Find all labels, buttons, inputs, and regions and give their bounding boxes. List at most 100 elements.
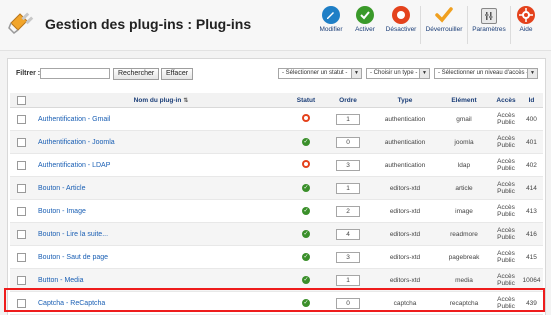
enabled-status-icon[interactable]: ✓ (302, 230, 310, 238)
column-header-element[interactable]: Elément (436, 93, 492, 108)
row-checkbox-cell (10, 130, 32, 154)
column-header-id[interactable]: Id (520, 93, 543, 108)
column-header-order[interactable]: Ordre (322, 93, 374, 108)
search-button[interactable]: Rechercher (113, 68, 160, 80)
row-checkbox[interactable] (16, 114, 26, 124)
plugin-name-link[interactable]: Bouton - Saut de page (32, 245, 290, 269)
type-cell: editors-xtd (374, 199, 436, 223)
access-select-value: - Sélectionner un niveau d'accès - (438, 70, 529, 76)
help-button[interactable]: Aide (511, 6, 541, 44)
id-cell: 402 (520, 153, 543, 177)
unlock-button[interactable]: Déverrouiller (421, 6, 467, 44)
column-header-access[interactable]: Accès (492, 93, 520, 108)
plugin-name-link[interactable]: Authentification - LDAP (32, 153, 290, 177)
disable-button[interactable]: Désactiver (382, 6, 420, 44)
column-header-name[interactable]: Nom du plug-in ⇅ (32, 93, 290, 108)
plugin-name-link[interactable]: Bouton - Article (32, 176, 290, 200)
type-select-value: - Choisir un type - (370, 70, 418, 76)
row-checkbox[interactable] (16, 229, 26, 239)
order-input[interactable]: 2 (336, 205, 360, 217)
row-checkbox-cell (10, 291, 32, 315)
plugin-name-link[interactable]: Captcha - ReCaptcha (32, 291, 290, 315)
type-cell: authentication (374, 130, 436, 154)
help-icon (517, 6, 535, 24)
plugin-name-link[interactable]: Bouton - Lire la suite... (32, 222, 290, 246)
row-checkbox-cell (10, 245, 32, 269)
status-cell: ✓ (290, 268, 322, 292)
order-input[interactable]: 0 (336, 136, 360, 148)
row-checkbox[interactable] (16, 275, 26, 285)
disable-inner-dot (397, 11, 405, 19)
sort-icon: ⇅ (183, 97, 189, 104)
disable-icon (392, 6, 410, 24)
edit-button-label: Modifier (319, 26, 343, 33)
order-input[interactable]: 3 (336, 159, 360, 171)
enabled-status-icon[interactable]: ✓ (302, 253, 310, 261)
column-header-status[interactable]: Statut (290, 93, 322, 108)
row-checkbox[interactable] (16, 137, 26, 147)
plugin-name-link[interactable]: Authentification - Gmail (32, 107, 290, 131)
id-cell: 400 (520, 107, 543, 131)
element-cell: pagebreak (436, 245, 492, 269)
type-select[interactable]: - Choisir un type - ▼ (366, 68, 430, 79)
order-input[interactable]: 1 (336, 274, 360, 286)
filter-search-input[interactable] (40, 68, 110, 79)
type-cell: authentication (374, 107, 436, 131)
order-cell: 0 (322, 291, 374, 315)
enabled-status-icon[interactable]: ✓ (302, 184, 310, 192)
order-input[interactable]: 4 (336, 228, 360, 240)
column-header-type[interactable]: Type (374, 93, 436, 108)
order-cell: 2 (322, 199, 374, 223)
plugins-panel: Filtrer : Rechercher Effacer - Sélection… (7, 58, 546, 315)
access-select[interactable]: - Sélectionner un niveau d'accès - ▼ (434, 68, 538, 79)
status-select-value: - Sélectionner un statut - (282, 70, 348, 76)
table-row: Authentification - LDAP 3 authentication… (10, 153, 543, 177)
status-cell: ✓ (290, 222, 322, 246)
order-cell: 3 (322, 153, 374, 177)
table-row: Bouton - Article ✓ 1 editors-xtd article… (10, 176, 543, 200)
id-cell: 401 (520, 130, 543, 154)
table-body: Authentification - Gmail 1 authenticatio… (10, 107, 543, 315)
check-icon (356, 6, 374, 24)
id-cell: 10064 (520, 268, 543, 292)
row-checkbox[interactable] (16, 252, 26, 262)
type-cell: editors-xtd (374, 222, 436, 246)
enabled-status-icon[interactable]: ✓ (302, 207, 310, 215)
filter-bar: Filtrer : Rechercher Effacer - Sélection… (16, 67, 538, 83)
enabled-status-icon[interactable]: ✓ (302, 138, 310, 146)
row-checkbox[interactable] (16, 160, 26, 170)
order-input[interactable]: 3 (336, 251, 360, 263)
row-checkbox[interactable] (16, 206, 26, 216)
enabled-status-icon[interactable]: ✓ (302, 299, 310, 307)
status-cell (290, 107, 322, 131)
element-cell: image (436, 199, 492, 223)
select-all-checkbox[interactable] (16, 95, 26, 105)
order-input[interactable]: 0 (336, 297, 360, 309)
access-cell: Accès Public (492, 107, 520, 131)
enabled-status-icon[interactable]: ✓ (302, 276, 310, 284)
status-select[interactable]: - Sélectionner un statut - ▼ (278, 68, 362, 79)
settings-button[interactable]: Paramètres (468, 6, 510, 44)
disabled-status-icon[interactable] (302, 160, 310, 168)
element-cell: media (436, 268, 492, 292)
clear-button[interactable]: Effacer (161, 68, 194, 80)
select-all-cell (10, 93, 32, 108)
enable-button[interactable]: Activer (348, 6, 382, 44)
plugin-name-link[interactable]: Button - Media (32, 268, 290, 292)
plugin-name-link[interactable]: Authentification - Joomla (32, 130, 290, 154)
order-input[interactable]: 1 (336, 182, 360, 194)
access-cell: Accès Public (492, 176, 520, 200)
edit-button[interactable]: Modifier (314, 6, 348, 44)
id-cell: 416 (520, 222, 543, 246)
order-cell: 0 (322, 130, 374, 154)
plugins-table: Nom du plug-in ⇅ Statut Ordre Type Elémen… (10, 93, 543, 315)
plugin-name-link[interactable]: Bouton - Image (32, 199, 290, 223)
edit-icon (322, 6, 340, 24)
chevron-down-icon: ▼ (351, 69, 361, 78)
row-checkbox[interactable] (16, 183, 26, 193)
disabled-status-icon[interactable] (302, 114, 310, 122)
row-checkbox[interactable] (16, 298, 26, 308)
table-row: Bouton - Image ✓ 2 editors-xtd image Acc… (10, 199, 543, 223)
type-cell: authentication (374, 153, 436, 177)
order-input[interactable]: 1 (336, 113, 360, 125)
